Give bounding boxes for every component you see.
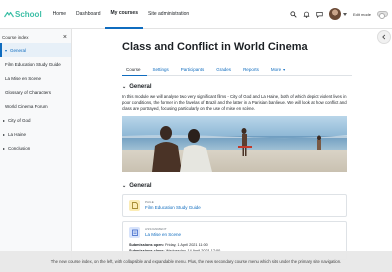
activity-info: PAGE Film Education Study Guide xyxy=(145,200,201,211)
nav-my-courses[interactable]: My courses xyxy=(105,0,143,29)
chevron-right-icon[interactable]: ▸ xyxy=(3,146,5,151)
notification-bell-icon[interactable] xyxy=(303,11,310,18)
course-index-item[interactable]: World Cinema Forum xyxy=(0,99,71,113)
course-index-section-label: General xyxy=(10,47,27,53)
submissions-open-label: Submissions open: xyxy=(129,243,165,247)
course-index-section-la-haine[interactable]: ▸ La Haine xyxy=(0,127,71,141)
course-index-item[interactable]: Glossary of Characters xyxy=(0,85,71,99)
logo-text: School xyxy=(15,9,42,19)
submissions-open-value: Friday, 1 April 2021 11:00 xyxy=(165,243,208,247)
chevron-right-icon[interactable]: ▸ xyxy=(3,132,5,137)
activity-type-label: ASSIGNMENT xyxy=(145,227,167,231)
chevron-down-icon[interactable]: ⌄ xyxy=(122,84,126,90)
secondary-course-nav: Course Settings Participants Grades Repo… xyxy=(122,63,352,76)
user-tools: Edit mode xyxy=(290,8,388,20)
tab-grades[interactable]: Grades xyxy=(210,63,237,76)
tab-course[interactable]: Course xyxy=(122,63,147,76)
chevron-right-icon[interactable]: ▸ xyxy=(3,118,5,123)
page-icon xyxy=(129,200,140,211)
clipboard-icon xyxy=(131,229,138,236)
section-description: In this module we will analyse two very … xyxy=(122,94,347,111)
course-index-drawer: Course index × ▾ General Film Education … xyxy=(0,29,72,272)
activity-card-page[interactable]: PAGE Film Education Study Guide xyxy=(122,194,347,217)
section-heading-label: General xyxy=(129,84,152,90)
tab-participants[interactable]: Participants xyxy=(175,63,211,76)
close-drawer-icon[interactable]: × xyxy=(63,34,67,41)
chevron-down-icon[interactable]: ⌄ xyxy=(122,183,126,189)
document-icon xyxy=(131,202,138,209)
course-index-section-label: La Haine xyxy=(8,131,27,137)
chevron-down-icon[interactable]: ▾ xyxy=(5,48,7,53)
nav-site-administration[interactable]: Site administration xyxy=(143,0,194,29)
course-main-content: Class and Conflict in World Cinema Cours… xyxy=(122,29,352,260)
user-menu-chevron-icon[interactable] xyxy=(342,12,347,16)
tab-more-label: More xyxy=(270,67,282,72)
caption-banner: The new course index, on the left, with … xyxy=(0,251,392,272)
activity-info: ASSIGNMENT La Mise en Scene xyxy=(145,227,181,238)
course-index-item[interactable]: Film Education Study Guide xyxy=(0,57,71,71)
course-index-header: Course index × xyxy=(0,29,71,41)
course-index-section-conclusion[interactable]: ▸ Conclusion xyxy=(0,141,71,155)
primary-nav: Home Dashboard My courses Site administr… xyxy=(48,0,194,29)
edit-mode-toggle[interactable] xyxy=(377,11,388,19)
course-index-section-label: Conclusion xyxy=(8,145,31,151)
site-logo[interactable]: School xyxy=(4,10,42,19)
beach-scene-image xyxy=(122,116,347,172)
assignment-icon xyxy=(129,227,140,238)
activity-type-label: PAGE xyxy=(145,200,154,204)
page-title: Class and Conflict in World Cinema xyxy=(122,41,308,53)
tab-more[interactable]: More ▾ xyxy=(265,63,291,76)
course-index-item[interactable]: La Mise en Scene xyxy=(0,71,71,85)
course-index-title: Course index xyxy=(2,34,29,40)
edit-mode-label: Edit mode xyxy=(352,11,371,17)
top-navbar: School Home Dashboard My courses Site ad… xyxy=(0,0,392,29)
chevron-down-icon: ▾ xyxy=(283,67,286,72)
course-index-section-general[interactable]: ▾ General xyxy=(0,43,71,57)
activity-link[interactable]: La Mise en Scene xyxy=(145,232,181,237)
tab-reports[interactable]: Reports xyxy=(237,63,265,76)
course-index-section-city-of-god[interactable]: ▸ City of God xyxy=(0,113,71,127)
nav-dashboard[interactable]: Dashboard xyxy=(71,0,105,29)
subsection-heading-general[interactable]: ⌄ General xyxy=(122,182,352,190)
open-block-drawer-button[interactable] xyxy=(377,30,391,44)
section-heading-general[interactable]: ⌄ General xyxy=(122,83,352,91)
course-index-section-label: City of God xyxy=(8,117,31,123)
messages-icon[interactable] xyxy=(316,11,323,18)
tab-settings[interactable]: Settings xyxy=(147,63,175,76)
activity-header: ASSIGNMENT La Mise en Scene xyxy=(129,227,340,238)
subsection-heading-label: General xyxy=(129,183,152,189)
logo-icon xyxy=(4,11,14,17)
nav-home[interactable]: Home xyxy=(48,0,71,29)
chevron-left-icon xyxy=(382,34,386,40)
search-icon[interactable] xyxy=(290,10,297,18)
activity-link[interactable]: Film Education Study Guide xyxy=(145,205,201,210)
user-avatar[interactable] xyxy=(328,8,341,20)
